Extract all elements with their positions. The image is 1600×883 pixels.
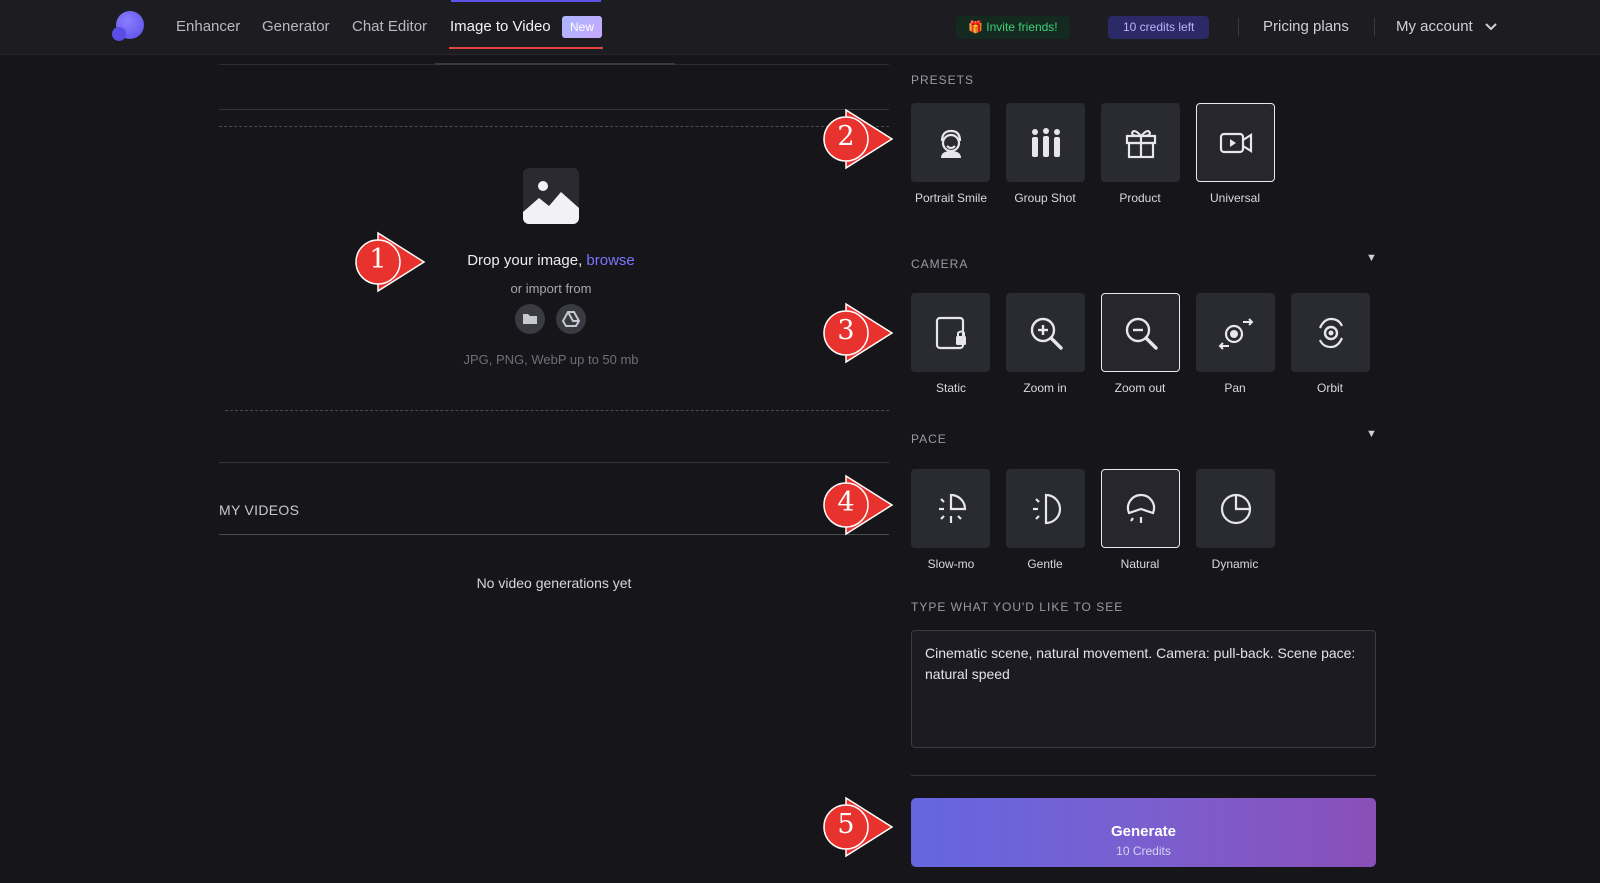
nav-divider bbox=[1374, 18, 1375, 36]
preset-label: Portrait Smile bbox=[914, 191, 988, 205]
scroll-indicator bbox=[435, 63, 675, 65]
camera-pan[interactable] bbox=[1196, 293, 1275, 372]
slow-mo-icon bbox=[939, 493, 967, 523]
portrait-icon bbox=[940, 129, 962, 158]
camera-label-item: Zoom out bbox=[1114, 381, 1166, 395]
active-tab-top-indicator bbox=[451, 0, 601, 2]
nav-enhancer[interactable]: Enhancer bbox=[176, 18, 240, 35]
browse-link[interactable]: browse bbox=[586, 252, 634, 269]
divider bbox=[219, 109, 889, 110]
my-videos-heading: MY VIDEOS bbox=[219, 502, 300, 518]
prompt-label: TYPE WHAT YOU'D LIKE TO SEE bbox=[911, 600, 1124, 614]
annotation-arrow-3: 3 bbox=[822, 302, 894, 364]
annotation-number: 1 bbox=[369, 244, 387, 275]
nav-image-to-video[interactable]: Image to Video bbox=[450, 18, 551, 35]
zoom-in-icon bbox=[1030, 317, 1063, 350]
nav-chat-editor[interactable]: Chat Editor bbox=[352, 18, 427, 35]
natural-icon bbox=[1126, 493, 1156, 523]
divider bbox=[219, 462, 889, 463]
camera-static[interactable] bbox=[911, 293, 990, 372]
camera-orbit[interactable] bbox=[1291, 293, 1370, 372]
my-account-menu[interactable]: My account bbox=[1396, 18, 1473, 35]
camera-label-item: Zoom in bbox=[1023, 381, 1067, 395]
camera-zoom-in[interactable] bbox=[1006, 293, 1085, 372]
annotation-number: 5 bbox=[837, 809, 855, 840]
orbit-icon bbox=[1318, 317, 1344, 349]
camera-zoom-out[interactable] bbox=[1101, 293, 1180, 372]
pace-label: PACE bbox=[911, 432, 947, 446]
pace-label-item: Natural bbox=[1120, 557, 1160, 571]
invite-friends-button[interactable]: 🎁 Invite friends! bbox=[956, 16, 1070, 39]
annotation-arrow-5: 5 bbox=[822, 796, 894, 858]
pan-icon bbox=[1218, 318, 1254, 350]
camera-label-item: Static bbox=[935, 381, 966, 395]
static-lock-icon bbox=[935, 316, 966, 350]
dynamic-icon bbox=[1220, 493, 1252, 525]
pace-slow-mo[interactable] bbox=[911, 469, 990, 548]
preset-product[interactable] bbox=[1101, 103, 1180, 182]
annotation-number: 2 bbox=[837, 121, 855, 152]
pace-dynamic[interactable] bbox=[1196, 469, 1275, 548]
annotation-number: 4 bbox=[837, 487, 855, 518]
preset-group-shot[interactable] bbox=[1006, 103, 1085, 182]
prompt-textarea[interactable]: Cinematic scene, natural movement. Camer… bbox=[911, 630, 1376, 748]
gentle-icon bbox=[1033, 493, 1062, 525]
zoom-out-icon bbox=[1125, 317, 1158, 350]
preset-label: Universal bbox=[1209, 191, 1260, 205]
generate-button[interactable]: Generate 10 Credits bbox=[911, 798, 1376, 867]
divider bbox=[219, 534, 889, 535]
import-drive-button[interactable] bbox=[556, 304, 586, 334]
annotation-arrow-1: 1 bbox=[354, 231, 426, 293]
presets-label: PRESETS bbox=[911, 73, 975, 87]
camera-label-item: Orbit bbox=[1316, 381, 1343, 395]
pace-natural[interactable] bbox=[1101, 469, 1180, 548]
active-tab-underline bbox=[449, 47, 603, 49]
preset-universal[interactable] bbox=[1196, 103, 1275, 182]
preset-portrait-smile[interactable] bbox=[911, 103, 990, 182]
nav-divider bbox=[1238, 18, 1239, 36]
camera-collapse-toggle[interactable]: ▼ bbox=[1366, 252, 1377, 264]
group-icon bbox=[1032, 128, 1060, 157]
chevron-down-icon[interactable] bbox=[1484, 20, 1498, 34]
empty-videos-message: No video generations yet bbox=[476, 575, 632, 591]
camera-label-item: Pan bbox=[1224, 381, 1246, 395]
pace-gentle[interactable] bbox=[1006, 469, 1085, 548]
pace-collapse-toggle[interactable]: ▼ bbox=[1366, 428, 1377, 440]
gift-icon bbox=[1125, 130, 1157, 159]
annotation-arrow-4: 4 bbox=[822, 474, 894, 536]
generate-cost: 10 Credits bbox=[1116, 843, 1171, 858]
generate-label: Generate bbox=[1110, 822, 1177, 840]
camera-label: CAMERA bbox=[911, 257, 969, 271]
nav-generator[interactable]: Generator bbox=[262, 18, 330, 35]
drop-zone-top-border bbox=[219, 126, 889, 127]
logo-dot bbox=[112, 27, 126, 41]
annotation-number: 3 bbox=[837, 315, 855, 346]
pricing-plans-link[interactable]: Pricing plans bbox=[1263, 18, 1349, 35]
import-folder-button[interactable] bbox=[515, 304, 545, 334]
preset-label: Group Shot bbox=[1014, 191, 1076, 205]
new-badge: New bbox=[562, 16, 603, 38]
annotation-arrow-2: 2 bbox=[822, 108, 894, 170]
google-drive-icon bbox=[561, 311, 581, 327]
preset-label: Product bbox=[1119, 191, 1161, 205]
app-logo[interactable] bbox=[112, 11, 144, 43]
folder-icon bbox=[523, 314, 537, 324]
divider bbox=[911, 775, 1376, 776]
video-camera-icon bbox=[1219, 132, 1253, 154]
drop-zone-bottom-border bbox=[225, 410, 889, 411]
pace-label-item: Dynamic bbox=[1211, 557, 1259, 571]
drop-text: Drop your image, bbox=[467, 252, 587, 269]
pace-label-item: Gentle bbox=[1027, 557, 1063, 571]
image-placeholder-icon bbox=[523, 168, 579, 224]
top-navigation-bar: Enhancer Generator Chat Editor Image to … bbox=[0, 0, 1600, 55]
pace-label-item: Slow-mo bbox=[927, 557, 975, 571]
credits-left-badge[interactable]: 10 credits left bbox=[1108, 16, 1210, 39]
